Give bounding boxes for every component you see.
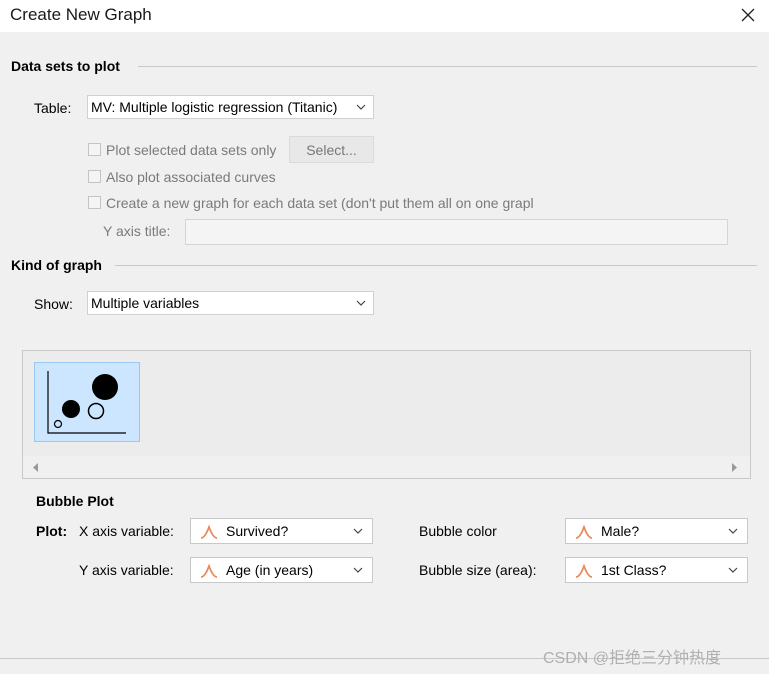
- distribution-curve-icon: [200, 525, 218, 539]
- y-axis-value: Age (in years): [226, 562, 314, 578]
- x-axis-label: X axis variable:: [79, 523, 174, 539]
- graph-type-gallery: [22, 350, 751, 479]
- close-button[interactable]: [728, 0, 768, 30]
- bubble-color-label: Bubble color: [419, 523, 497, 539]
- scroll-left-icon[interactable]: [32, 463, 39, 472]
- show-select-value: Multiple variables: [91, 295, 200, 311]
- bubble-size-select[interactable]: 1st Class?: [565, 557, 748, 583]
- x-axis-value: Survived?: [226, 523, 289, 539]
- datasets-heading: Data sets to plot: [11, 58, 120, 74]
- show-select[interactable]: Multiple variables: [87, 291, 374, 315]
- close-icon: [741, 8, 755, 22]
- datasets-divider: [138, 66, 757, 67]
- new-graph-label: Create a new graph for each data set (do…: [106, 195, 534, 211]
- chevron-down-icon: [356, 300, 366, 306]
- table-select-value: MV: Multiple logistic regression (Titani…: [91, 99, 338, 115]
- bubble-color-select[interactable]: Male?: [565, 518, 748, 544]
- chevron-down-icon: [353, 528, 363, 534]
- table-label: Table:: [34, 100, 72, 116]
- chevron-down-icon: [353, 567, 363, 573]
- also-plot-label: Also plot associated curves: [106, 169, 276, 185]
- plot-label: Plot:: [36, 523, 68, 539]
- plot-selected-checkbox[interactable]: [88, 143, 101, 156]
- table-select[interactable]: MV: Multiple logistic regression (Titani…: [87, 95, 374, 119]
- select-datasets-button[interactable]: Select...: [289, 136, 374, 163]
- distribution-curve-icon: [575, 564, 593, 578]
- kind-divider: [115, 265, 757, 266]
- distribution-curve-icon: [575, 525, 593, 539]
- bubble-color-value: Male?: [601, 523, 640, 539]
- window-title: Create New Graph: [10, 5, 152, 24]
- watermark: CSDN @拒绝三分钟热度: [543, 650, 722, 667]
- show-label: Show:: [34, 296, 73, 312]
- plot-selected-label: Plot selected data sets only: [106, 142, 277, 158]
- bubble-size-value: 1st Class?: [601, 562, 667, 578]
- y-axis-label: Y axis variable:: [79, 562, 174, 578]
- bubble-plot-thumbnail[interactable]: [34, 362, 140, 442]
- yaxis-title-input[interactable]: [185, 219, 728, 245]
- distribution-curve-icon: [200, 564, 218, 578]
- chevron-down-icon: [728, 567, 738, 573]
- yaxis-title-label: Y axis title:: [103, 223, 171, 239]
- chevron-down-icon: [728, 528, 738, 534]
- bubble-plot-heading: Bubble Plot: [36, 493, 114, 509]
- bubble-size-label: Bubble size (area):: [419, 562, 537, 578]
- title-bar: Create New Graph: [0, 0, 769, 32]
- chevron-down-icon: [356, 104, 366, 110]
- also-plot-checkbox[interactable]: [88, 170, 101, 183]
- kind-heading: Kind of graph: [11, 257, 102, 273]
- bubble-plot-icon: [47, 371, 126, 434]
- scroll-right-icon[interactable]: [731, 463, 738, 472]
- gallery-scrollbar[interactable]: [23, 456, 750, 478]
- new-graph-checkbox[interactable]: [88, 196, 101, 209]
- x-axis-select[interactable]: Survived?: [190, 518, 373, 544]
- y-axis-select[interactable]: Age (in years): [190, 557, 373, 583]
